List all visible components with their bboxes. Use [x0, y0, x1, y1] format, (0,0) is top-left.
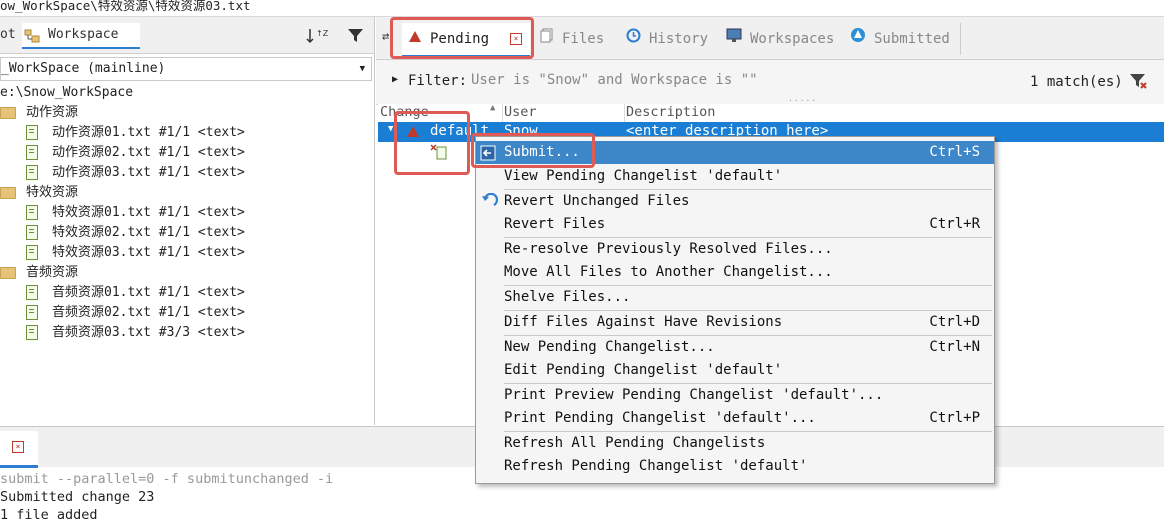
menu-item-re-resolve[interactable]: Re-resolve Previously Resolved Files...	[476, 238, 994, 261]
menu-item-view-changelist[interactable]: View Pending Changelist 'default'	[476, 165, 994, 188]
highlight-changelist	[394, 111, 470, 175]
path-bar: ow_WorkSpace\特效资源\特效资源03.txt	[0, 0, 1164, 17]
filter-bar: ▶ Filter: User is "Snow" and Workspace i…	[376, 60, 1164, 105]
filter-text[interactable]: User is "Snow" and Workspace is ""	[471, 72, 758, 88]
svg-text:↑Z: ↑Z	[316, 29, 328, 38]
tree-file[interactable]: 动作资源02.txt #1/1 <text>	[26, 143, 245, 163]
tree-file[interactable]: 特效资源03.txt #1/1 <text>	[26, 243, 245, 263]
tree-folder[interactable]: 特效资源	[0, 183, 78, 203]
column-divider	[502, 104, 503, 122]
log-line: Submitted change 23	[0, 489, 155, 505]
file-icon	[26, 145, 38, 160]
expand-filter-icon[interactable]: ▶	[392, 74, 398, 85]
file-icon	[26, 205, 38, 220]
sort-button[interactable]: ↑Z	[306, 27, 329, 45]
submitted-icon	[850, 23, 866, 55]
workspace-dropdown-value: _WorkSpace (mainline)	[1, 61, 166, 76]
close-tab-icon[interactable]: ×	[12, 441, 24, 453]
left-pane: ot Workspace ↑Z _WorkSpace (mainline) ▼ …	[0, 17, 375, 425]
tab-divider	[960, 23, 961, 55]
tab-log[interactable]: ×	[0, 431, 38, 468]
folder-icon	[0, 106, 16, 119]
funnel-icon	[348, 29, 363, 42]
menu-item-refresh-all[interactable]: Refresh All Pending Changelists	[476, 432, 994, 455]
tab-history[interactable]: History	[626, 23, 708, 55]
file-icon	[26, 225, 38, 240]
list-header: Change ▲ User Description	[378, 103, 1164, 123]
tab-workspace-label: Workspace	[48, 27, 119, 42]
file-icon	[26, 285, 38, 300]
file-icon	[26, 305, 38, 320]
workspace-tree-icon	[24, 28, 40, 43]
menu-item-revert-files[interactable]: Revert Files Ctrl+R	[476, 213, 994, 236]
column-user[interactable]: User	[504, 104, 537, 120]
files-icon	[540, 23, 554, 55]
filter-button[interactable]	[346, 27, 366, 45]
clock-icon	[626, 23, 641, 55]
log-line: 1 file added	[0, 507, 98, 523]
menu-item-print[interactable]: Print Pending Changelist 'default'... Ctr…	[476, 407, 994, 430]
sort-ascending-icon: ▲	[490, 103, 496, 113]
file-icon	[26, 125, 38, 140]
workspace-dropdown[interactable]: _WorkSpace (mainline) ▼	[0, 57, 372, 81]
tree-file[interactable]: 音频资源03.txt #3/3 <text>	[26, 323, 245, 343]
tree-file[interactable]: 特效资源01.txt #1/1 <text>	[26, 203, 245, 223]
menu-item-diff[interactable]: Diff Files Against Have Revisions Ctrl+D	[476, 311, 994, 334]
menu-item-shelve[interactable]: Shelve Files...	[476, 286, 994, 309]
file-icon	[26, 165, 38, 180]
highlight-submit	[471, 133, 595, 168]
clear-filter-icon[interactable]	[1128, 72, 1148, 94]
tree-folder[interactable]: 音频资源	[0, 263, 78, 283]
current-file-path: ow_WorkSpace\特效资源\特效资源03.txt	[0, 0, 251, 13]
match-count: 1 match(es)	[1030, 74, 1123, 90]
chevron-down-icon: ▼	[359, 64, 365, 74]
tree-file[interactable]: 特效资源02.txt #1/1 <text>	[26, 223, 245, 243]
menu-item-refresh-default[interactable]: Refresh Pending Changelist 'default'	[476, 455, 994, 478]
context-menu: Submit... Ctrl+S View Pending Changelist …	[475, 136, 995, 484]
file-icon	[26, 325, 38, 340]
menu-item-print-preview[interactable]: Print Preview Pending Changelist 'defaul…	[476, 384, 994, 407]
tab-workspaces[interactable]: Workspaces	[726, 23, 834, 55]
column-description[interactable]: Description	[626, 104, 715, 120]
highlight-pending-tab	[390, 17, 534, 59]
left-tab-bar: ot Workspace ↑Z	[0, 17, 374, 54]
tree-file[interactable]: 音频资源01.txt #1/1 <text>	[26, 283, 245, 303]
file-icon	[26, 245, 38, 260]
tree-file[interactable]: 动作资源03.txt #1/1 <text>	[26, 163, 245, 183]
menu-item-move-files[interactable]: Move All Files to Another Changelist...	[476, 261, 994, 284]
tab-workspace[interactable]: Workspace	[22, 23, 140, 49]
tab-files[interactable]: Files	[540, 23, 604, 55]
tree-root[interactable]: e:\Snow_WorkSpace	[0, 83, 133, 103]
menu-item-revert-unchanged[interactable]: Revert Unchanged Files	[476, 190, 994, 213]
menu-item-new-changelist[interactable]: New Pending Changelist... Ctrl+N	[476, 336, 994, 359]
tree-file[interactable]: 动作资源01.txt #1/1 <text>	[26, 123, 245, 143]
column-divider	[624, 104, 625, 122]
sort-az-icon: ↑Z	[306, 29, 329, 44]
tab-depot[interactable]: ot	[0, 23, 16, 47]
menu-item-edit-changelist[interactable]: Edit Pending Changelist 'default'	[476, 359, 994, 382]
tree-folder[interactable]: 动作资源	[0, 103, 78, 123]
filter-label: Filter:	[408, 73, 468, 89]
tree-file[interactable]: 音频资源02.txt #1/1 <text>	[26, 303, 245, 323]
collapse-icon[interactable]: ▼	[388, 124, 393, 134]
folder-icon	[0, 266, 16, 279]
folder-icon	[0, 186, 16, 199]
log-line: submit --parallel=0 -f submitunchanged -…	[0, 471, 334, 487]
tab-submitted[interactable]: Submitted	[850, 23, 950, 55]
monitor-icon	[726, 23, 742, 55]
